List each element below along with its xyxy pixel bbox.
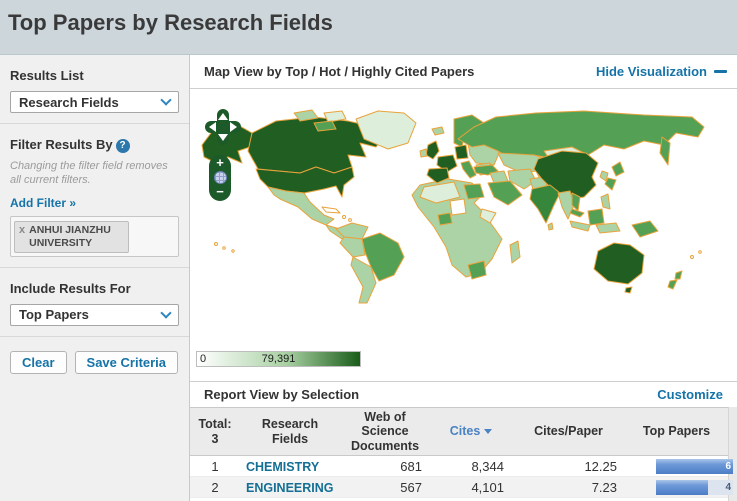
cites-paper-cell: 9.72 [512, 497, 625, 501]
top-papers-bar: 4 [656, 479, 733, 495]
rank-cell: 0 [190, 497, 240, 501]
filter-note: Changing the filter field removes all cu… [10, 160, 168, 187]
cites-paper-cell: 12.25 [512, 455, 625, 478]
col-wos-documents[interactable]: Web of Science Documents [340, 406, 430, 457]
help-icon[interactable]: ? [115, 139, 130, 153]
table-header-row: Total: 3 Research Fields Web of Science … [190, 406, 728, 457]
legend-max: 79,391 [261, 353, 296, 365]
table-row: 1 CHEMISTRY 681 8,344 12.25 6 [190, 455, 733, 478]
collapse-minus-icon [714, 70, 727, 73]
filter-tag-label: ANHUI JIANZHU UNIVERSITY [29, 223, 111, 249]
col-top-papers: Top Papers [625, 406, 728, 457]
remove-filter-icon[interactable]: x [19, 224, 25, 237]
total-count: 3 [211, 431, 219, 446]
col-cites-paper[interactable]: Cites/Paper [512, 406, 625, 457]
include-results-dropdown[interactable]: Top Papers [10, 303, 179, 326]
field-link[interactable]: ENGINEERING [246, 481, 334, 495]
add-filter-link[interactable]: Add Filter » [10, 196, 76, 210]
rank-cell: 1 [190, 455, 240, 478]
globe-icon[interactable] [213, 171, 227, 184]
zoom-in-button[interactable]: + [216, 156, 224, 169]
main-content: Map View by Top / Hot / Highly Cited Pap… [190, 55, 737, 501]
include-results-selected: Top Papers [19, 307, 89, 323]
map-view-title: Map View by Top / Hot / Highly Cited Pap… [204, 64, 475, 79]
top-papers-cell: 4 [625, 476, 733, 499]
filter-tag: x ANHUI JIANZHU UNIVERSITY [14, 220, 129, 253]
chevron-down-icon [160, 306, 172, 319]
wos-documents-cell: 681 [340, 455, 430, 478]
rank-cell: 2 [190, 476, 240, 499]
save-criteria-button[interactable]: Save Criteria [74, 350, 179, 374]
top-papers-bar: 6 [656, 458, 733, 474]
report-table-container: Total: 3 Research Fields Web of Science … [190, 406, 737, 501]
wos-documents-cell: 2,677 [340, 497, 430, 501]
filter-results-label: Filter Results By [10, 137, 113, 152]
world-map[interactable] [192, 109, 735, 311]
customize-link[interactable]: Customize [657, 387, 723, 402]
hide-visualization-link[interactable]: Hide Visualization [596, 64, 727, 79]
include-results-label: Include Results For [10, 280, 131, 296]
report-view-header: Report View by Selection Customize [190, 382, 737, 407]
table-row: 2 ENGINEERING 567 4,101 7.23 4 [190, 476, 733, 499]
sort-desc-icon [484, 429, 493, 435]
color-scale-legend: 0 79,391 [196, 351, 361, 367]
field-cell: CHEMISTRY [240, 455, 340, 478]
clear-button[interactable]: Clear [10, 350, 67, 374]
bar-value: 4 [725, 481, 731, 493]
col-research-fields[interactable]: Research Fields [240, 406, 340, 457]
field-link[interactable]: CHEMISTRY [246, 460, 319, 474]
results-list-dropdown[interactable]: Research Fields [10, 91, 179, 113]
cites-cell: 8,344 [430, 455, 512, 478]
map-panel: + − 0 79,391 [190, 89, 737, 382]
top-papers-cell: 27 [625, 497, 733, 501]
zoom-out-button[interactable]: − [216, 185, 224, 198]
pan-control[interactable] [204, 108, 242, 146]
filter-tag-box: x ANHUI JIANZHU UNIVERSITY [10, 215, 179, 257]
results-table: Total: 3 Research Fields Web of Science … [190, 406, 733, 501]
page-header: Top Papers by Research Fields [0, 0, 737, 55]
zoom-control[interactable]: + − [209, 155, 231, 201]
field-cell: ALL FIELDS [240, 497, 340, 501]
col-cites[interactable]: Cites [430, 406, 512, 457]
cites-cell: 26,008 [430, 497, 512, 501]
results-list-selected: Research Fields [19, 94, 119, 110]
bar-value: 6 [725, 460, 731, 472]
sidebar: Results List Research Fields Filter Resu… [0, 55, 190, 501]
field-cell: ENGINEERING [240, 476, 340, 499]
cites-cell: 4,101 [430, 476, 512, 499]
chevron-down-icon [160, 94, 172, 106]
results-list-label: Results List [10, 68, 84, 83]
table-row: 0 ALL FIELDS 2,677 26,008 9.72 27 [190, 497, 733, 501]
top-papers-cell: 6 [625, 455, 733, 478]
wos-documents-cell: 567 [340, 476, 430, 499]
col-total: Total: 3 [190, 406, 240, 457]
cites-paper-cell: 7.23 [512, 476, 625, 499]
report-view-title: Report View by Selection [204, 387, 360, 402]
map-view-header: Map View by Top / Hot / Highly Cited Pap… [190, 55, 737, 89]
page-title: Top Papers by Research Fields [8, 10, 333, 35]
